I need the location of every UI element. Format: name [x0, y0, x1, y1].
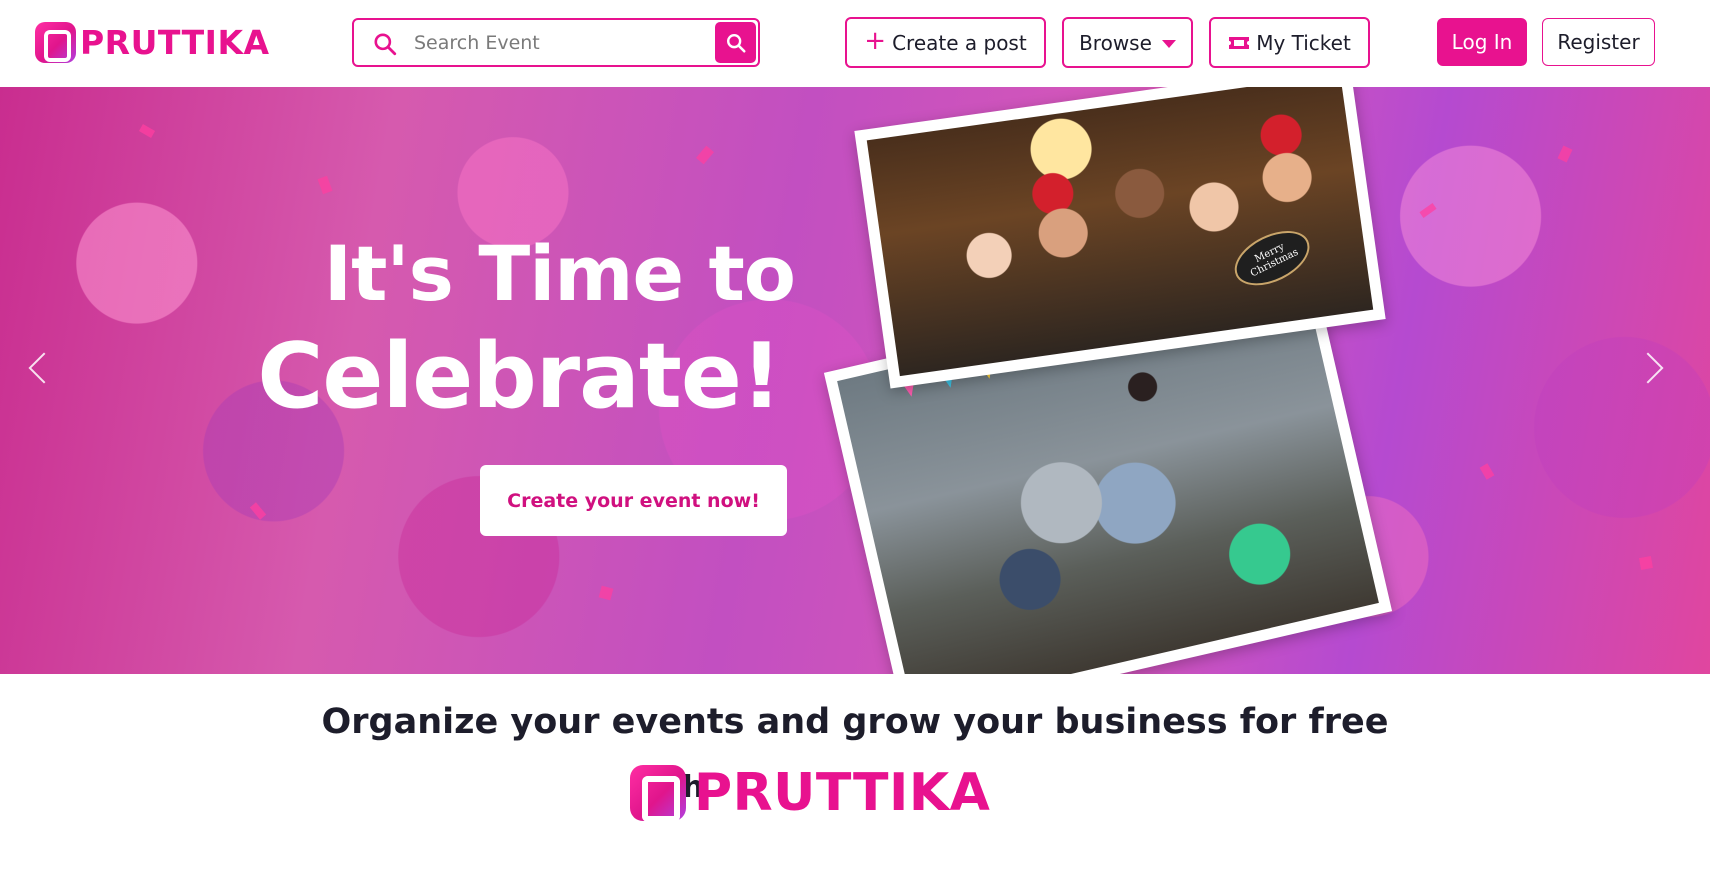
- confetti: [696, 145, 714, 165]
- my-ticket-label: My Ticket: [1256, 30, 1351, 55]
- login-label: Log In: [1451, 30, 1513, 54]
- confetti: [1479, 463, 1495, 480]
- search-icon: [374, 33, 397, 56]
- create-post-button[interactable]: + Create a post: [845, 17, 1046, 68]
- brand-name-large: PRUTTIKA: [694, 762, 991, 823]
- my-ticket-button[interactable]: My Ticket: [1209, 17, 1370, 68]
- ticket-icon: [1229, 36, 1250, 49]
- create-post-label: Create a post: [892, 30, 1027, 55]
- browse-dropdown[interactable]: Browse: [1062, 17, 1193, 68]
- confetti: [598, 585, 614, 601]
- login-button[interactable]: Log In: [1437, 18, 1527, 66]
- register-button[interactable]: Register: [1542, 18, 1655, 66]
- browse-label: Browse: [1079, 30, 1152, 55]
- confetti: [249, 502, 267, 520]
- confetti: [138, 124, 156, 138]
- hero-title-line1: It's Time to: [323, 229, 796, 318]
- brand-logo-large: PRUTTIKA: [630, 763, 990, 823]
- hero-title-line2: Celebrate!: [257, 324, 782, 429]
- caret-down-icon: [1161, 39, 1176, 48]
- create-event-label: Create your event now!: [507, 489, 760, 512]
- carousel-prev-icon[interactable]: [28, 352, 60, 384]
- site-header: PRUTTIKA + Create a post Browse My Ticke…: [0, 0, 1710, 87]
- hero-title: It's Time to Celebrate!: [215, 227, 796, 433]
- search-input[interactable]: [414, 28, 694, 58]
- logo-mark-icon: [630, 764, 686, 822]
- logo-mark-icon: [35, 22, 76, 63]
- brand-name: PRUTTIKA: [80, 23, 270, 62]
- confetti: [1419, 203, 1437, 218]
- merry-christmas-sign: Merry Christmas: [1226, 219, 1319, 297]
- confetti: [1639, 556, 1653, 570]
- search-icon: [726, 33, 746, 53]
- promo-tagline: Organize your events and grow your busin…: [321, 702, 1389, 742]
- plus-icon: +: [864, 26, 887, 56]
- search-bar: [352, 18, 760, 67]
- search-button[interactable]: [715, 22, 756, 63]
- brand-logo[interactable]: PRUTTIKA: [35, 22, 270, 63]
- create-event-button[interactable]: Create your event now!: [480, 465, 787, 536]
- confetti: [317, 175, 333, 195]
- register-label: Register: [1557, 30, 1640, 54]
- confetti: [1557, 145, 1573, 163]
- sign-text: Merry Christmas: [1248, 241, 1301, 280]
- promo-brand-row: with PRUTTIKA: [630, 763, 990, 823]
- hero-carousel: It's Time to Celebrate! Create your even…: [0, 87, 1710, 674]
- carousel-next-icon[interactable]: [1632, 352, 1664, 384]
